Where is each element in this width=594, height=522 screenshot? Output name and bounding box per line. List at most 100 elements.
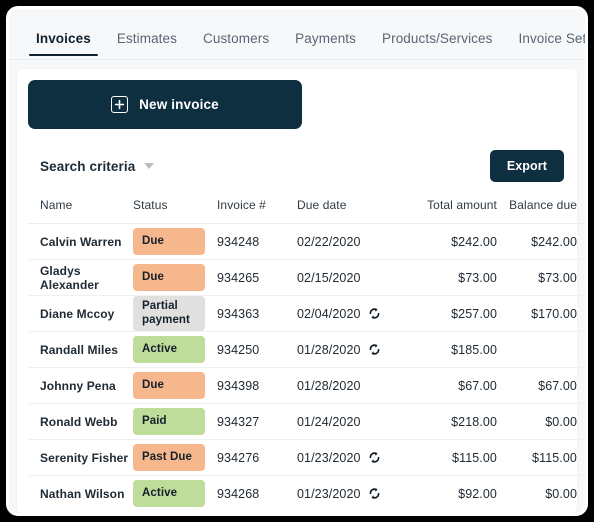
due-date-text: 01/28/2020 xyxy=(297,342,361,357)
status-badge: Due xyxy=(133,372,205,400)
column-header-total-amount[interactable]: Total amount xyxy=(405,198,497,224)
cell-balance-due: $170.00 xyxy=(531,306,577,321)
cell-balance-due: $0.00 xyxy=(545,486,577,501)
cell-due-date: 02/22/2020 xyxy=(297,224,405,260)
status-badge: Due xyxy=(133,264,205,291)
cell-invoice-number: 934265 xyxy=(217,270,260,285)
column-header-name[interactable]: Name xyxy=(28,198,133,224)
table-row[interactable]: Johnny Pena Due 934398 01/28/2020 $67.00 $67.… xyxy=(28,368,585,404)
cell-invoice-number: 934276 xyxy=(217,450,260,465)
column-header-status[interactable]: Status xyxy=(133,198,217,224)
cell-status: Partial payment xyxy=(133,296,217,332)
cell-due-date: 02/04/2020 xyxy=(297,296,405,332)
cell-status: Due xyxy=(133,224,217,260)
due-date-text: 02/15/2020 xyxy=(297,270,361,285)
status-badge-line: payment xyxy=(142,313,190,326)
new-invoice-button[interactable]: New invoice xyxy=(28,80,302,129)
cell-total-amount: $218.00 xyxy=(451,414,497,429)
status-badge: Due xyxy=(133,228,205,255)
cell-status: Active xyxy=(133,476,217,512)
cell-invoice-number: 934398 xyxy=(217,378,260,393)
cell-name: Gladys Alexander xyxy=(40,263,99,292)
cell-name: Johnny Pena xyxy=(40,378,116,393)
cell-status: Active xyxy=(133,332,217,368)
table-body: Calvin Warren Due 934248 02/22/2020 $242.00 $… xyxy=(28,224,585,512)
export-button[interactable]: Export xyxy=(489,150,564,182)
due-date-wrapper: 01/23/2020 xyxy=(297,451,405,465)
cell-invoice-number: 934248 xyxy=(217,234,260,249)
table-row[interactable]: Calvin Warren Due 934248 02/22/2020 $242.00 $… xyxy=(28,224,585,260)
cell-balance-due: $67.00 xyxy=(538,378,577,393)
due-date-text: 01/24/2020 xyxy=(297,414,361,429)
invoices-table: Name Status Invoice # Due date Total amount B… xyxy=(28,198,585,512)
cell-name: Serenity Fisher xyxy=(40,450,129,465)
cell-balance-due: $242.00 xyxy=(531,234,577,249)
tab-customers[interactable]: Customers xyxy=(190,31,282,59)
due-date-wrapper: 01/23/2020 xyxy=(297,487,405,501)
cell-status: Due xyxy=(133,260,217,296)
cell-name: Randall Miles xyxy=(40,342,118,357)
due-date-wrapper: 02/22/2020 xyxy=(297,235,405,249)
cell-balance-due: $0.00 xyxy=(545,414,577,429)
cell-due-date: 01/23/2020 xyxy=(297,440,405,476)
tab-invoices[interactable]: Invoices xyxy=(23,31,104,59)
app-window: Invoices Estimates Customers Payments Produc… xyxy=(9,9,585,513)
tab-products-services[interactable]: Products/Services xyxy=(369,31,506,59)
table-row[interactable]: Ronald Webb Paid 934327 01/24/2020 $218.00 $0… xyxy=(28,404,585,440)
due-date-wrapper: 01/28/2020 xyxy=(297,379,405,393)
tab-estimates[interactable]: Estimates xyxy=(104,31,190,59)
due-date-wrapper: 02/15/2020 xyxy=(297,271,405,285)
content-card: New invoice Search criteria Export Name S… xyxy=(17,69,585,513)
chevron-down-icon xyxy=(144,163,155,169)
search-criteria-label: Search criteria xyxy=(40,158,136,174)
cell-invoice-number: 934250 xyxy=(217,342,260,357)
table-row[interactable]: Diane Mccoy Partial payment 934363 02/04/202… xyxy=(28,296,585,332)
due-date-text: 02/22/2020 xyxy=(297,234,361,249)
cell-balance-due: $73.00 xyxy=(538,270,577,285)
plus-square-icon xyxy=(111,96,129,113)
cell-due-date: 01/23/2020 xyxy=(297,476,405,512)
column-header-balance-due[interactable]: Balance due xyxy=(497,198,585,224)
table-header-row: Name Status Invoice # Due date Total amount B… xyxy=(28,198,585,224)
cell-total-amount: $67.00 xyxy=(458,378,497,393)
table-row[interactable]: Randall Miles Active 934250 01/28/2020 $185.… xyxy=(28,332,585,368)
status-badge: Active xyxy=(133,336,205,364)
page-body: New invoice Search criteria Export Name S… xyxy=(9,60,585,513)
due-date-wrapper: 01/28/2020 xyxy=(297,343,405,357)
tab-bar: Invoices Estimates Customers Payments Produc… xyxy=(9,9,585,60)
tab-payments[interactable]: Payments xyxy=(282,31,369,59)
column-header-invoice[interactable]: Invoice # xyxy=(217,198,297,224)
status-badge: Past Due xyxy=(133,444,205,472)
cell-name: Calvin Warren xyxy=(40,234,122,249)
due-date-text: 01/28/2020 xyxy=(297,378,361,393)
column-header-due-date[interactable]: Due date xyxy=(297,198,405,224)
status-badge: Partial payment xyxy=(133,296,205,332)
tab-invoice-settings[interactable]: Invoice Settings xyxy=(506,31,586,59)
cell-due-date: 01/24/2020 xyxy=(297,404,405,440)
cell-invoice-number: 934327 xyxy=(217,414,260,429)
cell-total-amount: $92.00 xyxy=(458,486,497,501)
cell-name: Nathan Wilson xyxy=(40,486,125,501)
cell-total-amount: $242.00 xyxy=(451,234,497,249)
cell-total-amount: $73.00 xyxy=(458,270,497,285)
cell-status: Past Due xyxy=(133,440,217,476)
due-date-text: 02/04/2020 xyxy=(297,306,361,321)
cell-invoice-number: 934363 xyxy=(217,306,260,321)
cell-total-amount: $185.00 xyxy=(451,342,497,357)
table-row[interactable]: Serenity Fisher Past Due 934276 01/23/2020 $… xyxy=(28,440,585,476)
cell-balance-due: $115.00 xyxy=(532,450,577,465)
recurring-refresh-icon xyxy=(369,452,379,463)
table-row[interactable]: Nathan Wilson Active 934268 01/23/2020 $92.0… xyxy=(28,476,585,512)
cell-due-date: 01/28/2020 xyxy=(297,368,405,404)
status-badge-line: Partial xyxy=(142,300,178,312)
due-date-wrapper: 01/24/2020 xyxy=(297,415,405,429)
table-toolbar: Search criteria Export xyxy=(28,129,566,198)
table-row[interactable]: Gladys Alexander Due 934265 02/15/2020 $73.0… xyxy=(28,260,585,296)
due-date-text: 01/23/2020 xyxy=(297,486,361,501)
cell-due-date: 01/28/2020 xyxy=(297,332,405,368)
due-date-wrapper: 02/04/2020 xyxy=(297,307,405,321)
cell-name: Ronald Webb xyxy=(40,414,118,429)
search-criteria-toggle[interactable]: Search criteria xyxy=(40,158,155,174)
new-invoice-label: New invoice xyxy=(139,97,219,112)
cell-name: Diane Mccoy xyxy=(40,306,115,321)
